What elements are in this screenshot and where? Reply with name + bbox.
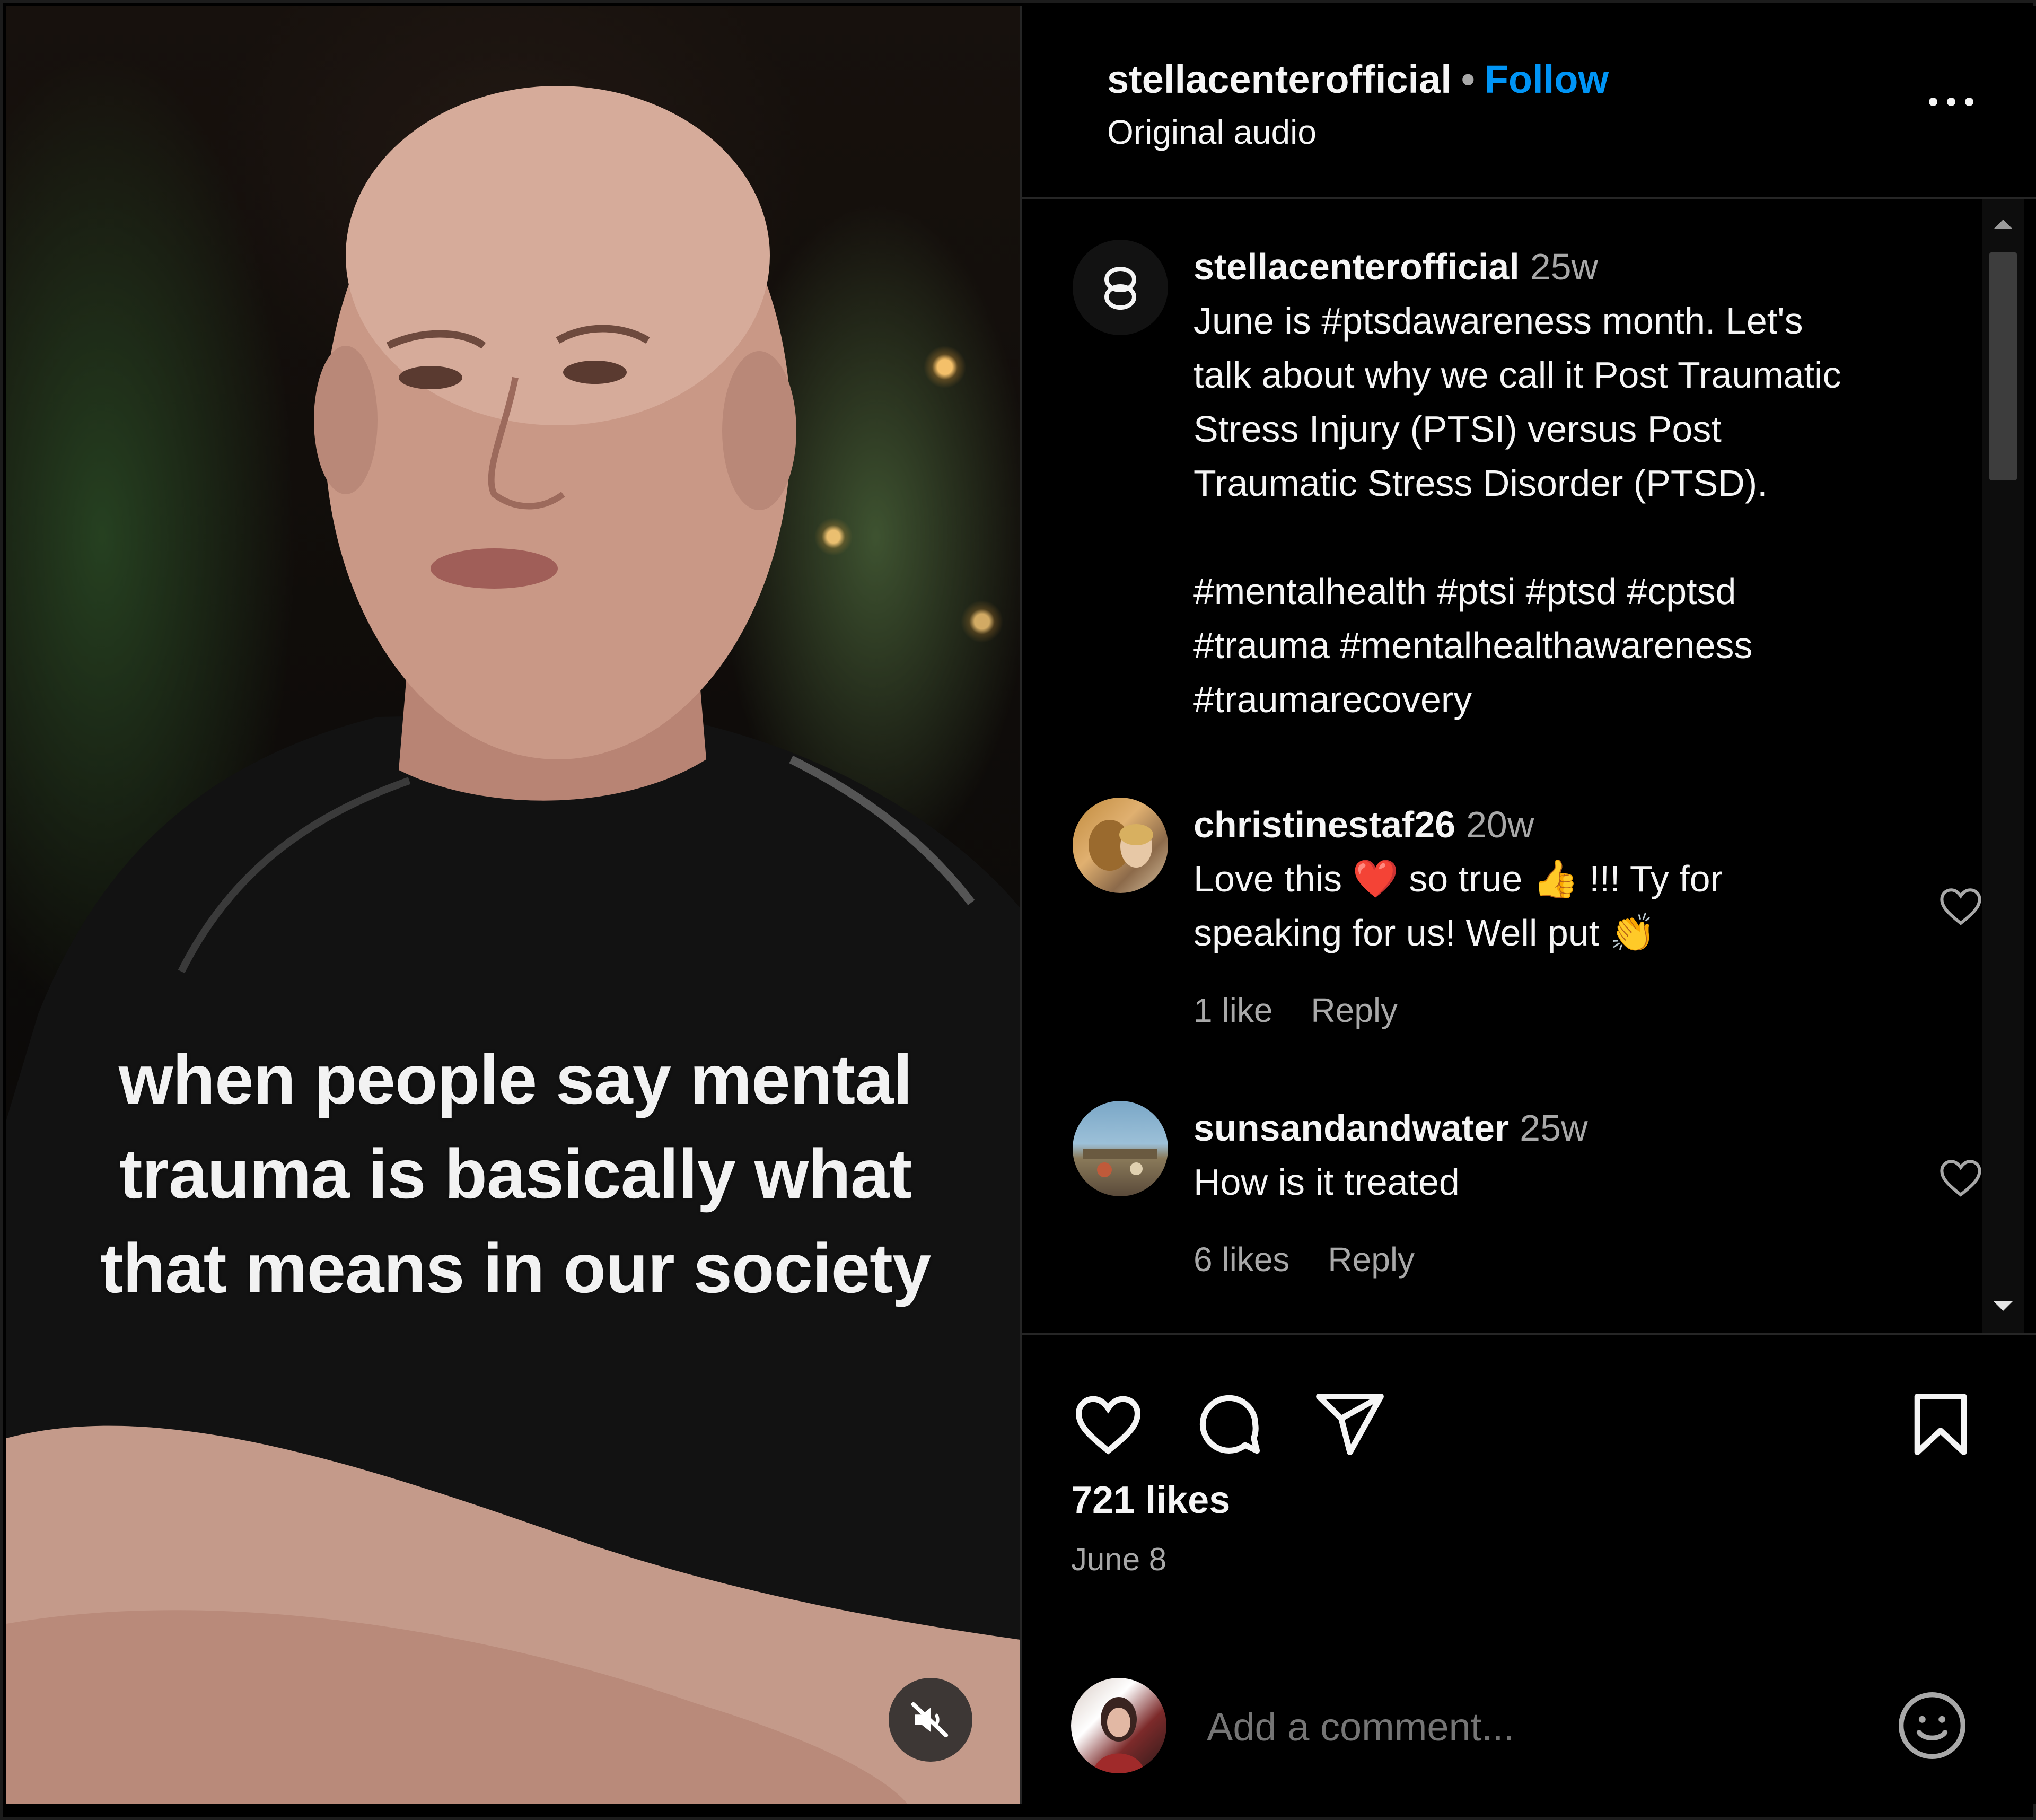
post-text-line: Stress Injury (PTSI) versus Post <box>1193 408 1722 450</box>
post-sidebar: stellacenterofficial • Follow Original aud… <box>1020 6 2036 1804</box>
heart-outline-icon <box>1940 1160 1981 1197</box>
commenter-username[interactable]: sunsandandwater <box>1193 1107 1509 1149</box>
comment-meta: 6 likes Reply <box>1193 1232 1904 1287</box>
comment-time: 20w <box>1466 804 1534 845</box>
post-text-line: talk about why we call it Post Traumatic <box>1193 354 1841 396</box>
heart-outline-icon <box>1940 888 1981 925</box>
mute-toggle-button[interactable] <box>889 1678 972 1762</box>
more-horizontal-icon[interactable] <box>1925 91 1978 112</box>
post-text-line: Traumatic Stress Disorder (PTSD). <box>1193 462 1768 504</box>
scroll-up-arrow-icon[interactable] <box>1994 220 2013 229</box>
commenter-avatar[interactable] <box>1073 798 1168 893</box>
speaker-figure <box>6 86 1020 1804</box>
caption-line: that means in our society <box>100 1229 932 1307</box>
post-time: 25w <box>1530 246 1599 287</box>
comment-text: speaking for us! Well put 👏 <box>1193 906 1904 960</box>
hashtags-line[interactable]: #traumarecovery <box>1193 672 1904 727</box>
comment-meta: 1 like Reply <box>1193 983 1904 1037</box>
current-user-avatar <box>1071 1678 1166 1773</box>
caption-line: trauma is basically what <box>119 1135 912 1213</box>
bookmark-icon[interactable] <box>1903 1387 1978 1462</box>
likes-count[interactable]: 721 likes <box>1071 1478 1230 1522</box>
avatar-photo <box>1089 820 1153 871</box>
comment-likes[interactable]: 6 likes <box>1193 1240 1289 1279</box>
scrollbar-thumb[interactable] <box>1989 252 2017 480</box>
hashtags-line[interactable]: #mentalhealth #ptsi #ptsd #cptsd <box>1193 564 1904 618</box>
scroll-down-arrow-icon[interactable] <box>1994 1301 2013 1311</box>
post-text-line: June is #ptsdawareness month. Let's <box>1193 300 1803 342</box>
avatar-photo <box>1083 1149 1157 1177</box>
hashtags-line[interactable]: #trauma #mentalhealthawareness <box>1193 618 1904 672</box>
post-actions: 721 likes June 8 <box>1022 1333 2036 1806</box>
add-comment-bar <box>1022 1664 2036 1806</box>
comment-time: 25w <box>1520 1107 1588 1149</box>
reply-button[interactable]: Reply <box>1328 1240 1415 1279</box>
reel-video[interactable]: when people say mental trauma is basical… <box>6 6 1020 1804</box>
share-icon[interactable] <box>1313 1387 1387 1462</box>
comment-text: Love this ❤️ so true 👍 !!! Ty for <box>1193 852 1904 906</box>
comment-text-part: !!! Ty for <box>1589 858 1723 899</box>
author-avatar[interactable] <box>1073 240 1168 335</box>
avatar-photo <box>1092 1697 1145 1773</box>
follow-button[interactable]: Follow <box>1485 57 1609 101</box>
comment-like-button[interactable] <box>1937 1154 1982 1202</box>
commenter-username[interactable]: christinestaf26 <box>1193 804 1455 845</box>
comment-icon[interactable] <box>1192 1387 1266 1462</box>
comment-likes[interactable]: 1 like <box>1193 991 1272 1029</box>
comments-scrollbar[interactable] <box>1982 199 2024 1333</box>
comment-like-button[interactable] <box>1937 882 1982 930</box>
author-username[interactable]: stellacenterofficial <box>1107 57 1452 101</box>
post-header: stellacenterofficial • Follow Original aud… <box>1022 6 2036 199</box>
comment-text-part: speaking for us! Well put <box>1193 912 1600 953</box>
caption-line: when people say mental <box>118 1040 912 1118</box>
commenter-avatar[interactable] <box>1073 1101 1168 1196</box>
heart-icon[interactable] <box>1071 1387 1145 1462</box>
red-heart-emoji: ❤️ <box>1352 858 1399 899</box>
post-date: June 8 <box>1071 1542 1167 1577</box>
video-caption: when people say mental trauma is basical… <box>81 1032 950 1316</box>
comments-list: stellacenterofficial 25w June is #ptsdawa… <box>1022 199 1982 1333</box>
clapping-hands-emoji: 👏 <box>1609 912 1656 953</box>
speaker-muted-icon <box>911 1702 949 1738</box>
reply-button[interactable]: Reply <box>1311 991 1398 1029</box>
post-modal: when people say mental trauma is basical… <box>0 0 2036 1820</box>
emoji-icon[interactable] <box>1895 1688 1969 1763</box>
comment-text: How is it treated <box>1193 1161 1460 1203</box>
comment-text-part: Love this <box>1193 858 1342 899</box>
thumbs-up-emoji: 👍 <box>1532 858 1579 899</box>
comment-input[interactable] <box>1207 1704 1843 1749</box>
audio-label[interactable]: Original audio <box>1107 112 1317 152</box>
header-separator: • <box>1461 57 1475 101</box>
post-username[interactable]: stellacenterofficial <box>1193 246 1520 287</box>
comment-text-part: so true <box>1409 858 1523 899</box>
stella-logo-icon <box>1104 267 1136 310</box>
